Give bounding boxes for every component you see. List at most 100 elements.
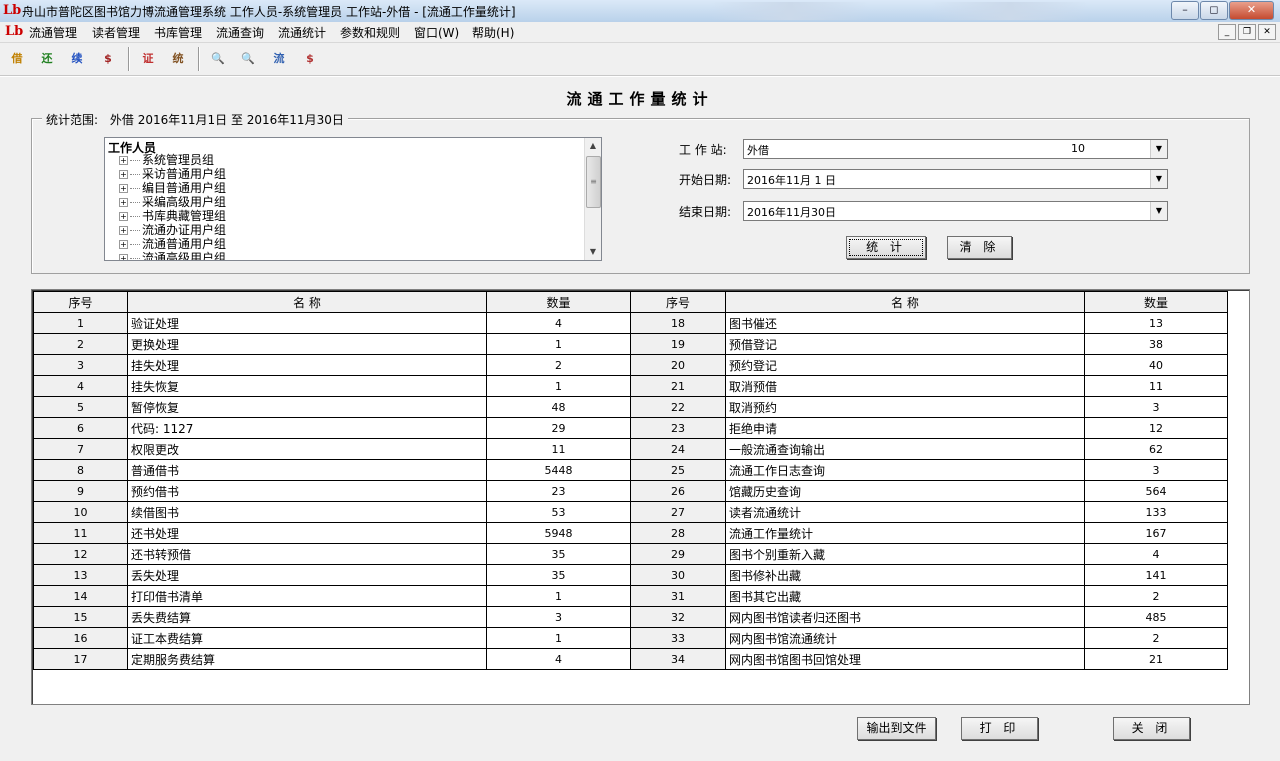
row-seq[interactable]: 1 (33, 312, 128, 334)
mdi-close-button[interactable]: ✕ (1258, 24, 1276, 40)
row-qty[interactable]: 40 (1084, 354, 1228, 376)
row-name[interactable]: 还书处理 (127, 522, 487, 544)
row-name[interactable]: 打印借书清单 (127, 585, 487, 607)
start-date-picker[interactable]: 2016年11月 1 日 ▼ (743, 169, 1168, 189)
row-qty[interactable]: 4 (486, 648, 631, 670)
row-name[interactable]: 验证处理 (127, 312, 487, 334)
row-name[interactable]: 普通借书 (127, 459, 487, 481)
table-row[interactable]: 7 权限更改 11 24 一般流通查询输出 62 (33, 438, 1228, 460)
row-seq[interactable]: 6 (33, 417, 128, 439)
tree-node[interactable]: + 系统管理员组 (119, 153, 214, 167)
row-name[interactable]: 图书修补出藏 (725, 564, 1085, 586)
table-row[interactable]: 12 还书转预借 35 29 图书个别重新入藏 4 (33, 543, 1228, 565)
expand-icon[interactable]: + (119, 170, 128, 179)
row-name[interactable]: 图书催还 (725, 312, 1085, 334)
row-name[interactable]: 暂停恢复 (127, 396, 487, 418)
restore-button[interactable]: ◻ (1200, 1, 1228, 20)
row-seq[interactable]: 7 (33, 438, 128, 460)
row-qty[interactable]: 5448 (486, 459, 631, 481)
row-seq[interactable]: 31 (630, 585, 726, 607)
row-qty[interactable]: 29 (486, 417, 631, 439)
table-row[interactable]: 13 丢失处理 35 30 图书修补出藏 141 (33, 564, 1228, 586)
row-seq[interactable]: 21 (630, 375, 726, 397)
row-name[interactable]: 预约借书 (127, 480, 487, 502)
row-name[interactable]: 网内图书馆流通统计 (725, 627, 1085, 649)
row-qty[interactable]: 3 (486, 606, 631, 628)
row-name[interactable]: 丢失费结算 (127, 606, 487, 628)
close-window-button[interactable]: ✕ (1229, 1, 1274, 20)
row-seq[interactable]: 34 (630, 648, 726, 670)
row-name[interactable]: 还书转预借 (127, 543, 487, 565)
row-name[interactable]: 流通工作日志查询 (725, 459, 1085, 481)
row-name[interactable]: 馆藏历史查询 (725, 480, 1085, 502)
row-seq[interactable]: 29 (630, 543, 726, 565)
menu-stack-management[interactable]: 书库管理 (154, 24, 202, 41)
expand-icon[interactable]: + (119, 184, 128, 193)
mdi-restore-button[interactable]: ❐ (1238, 24, 1256, 40)
row-qty[interactable]: 1 (486, 333, 631, 355)
col-header-qty-2[interactable]: 数量 (1084, 291, 1228, 313)
workstation-select[interactable]: 外借 10 ▼ (743, 139, 1168, 159)
row-name[interactable]: 续借图书 (127, 501, 487, 523)
return-icon[interactable]: 还 (33, 45, 61, 73)
expand-icon[interactable]: + (119, 226, 128, 235)
menu-window[interactable]: 窗口(W) (414, 24, 459, 41)
col-header-seq[interactable]: 序号 (33, 291, 128, 313)
row-qty[interactable]: 5948 (486, 522, 631, 544)
row-qty[interactable]: 141 (1084, 564, 1228, 586)
row-qty[interactable]: 1 (486, 627, 631, 649)
expand-icon[interactable]: + (119, 212, 128, 221)
circulation-chart-icon[interactable]: 流 (265, 45, 293, 73)
close-button[interactable]: 关 闭 (1113, 717, 1190, 740)
row-qty[interactable]: 167 (1084, 522, 1228, 544)
row-qty[interactable]: 2 (1084, 627, 1228, 649)
row-qty[interactable]: 13 (1084, 312, 1228, 334)
row-qty[interactable]: 11 (1084, 375, 1228, 397)
fine-icon[interactable]: $ (94, 45, 122, 73)
row-seq[interactable]: 13 (33, 564, 128, 586)
end-date-picker[interactable]: 2016年11月30日 ▼ (743, 201, 1168, 221)
row-name[interactable]: 取消预借 (725, 375, 1085, 397)
table-row[interactable]: 9 预约借书 23 26 馆藏历史查询 564 (33, 480, 1228, 502)
tree-node[interactable]: + 流通普通用户组 (119, 237, 226, 251)
table-row[interactable]: 5 暂停恢复 48 22 取消预约 3 (33, 396, 1228, 418)
table-row[interactable]: 16 证工本费结算 1 33 网内图书馆流通统计 2 (33, 627, 1228, 649)
row-seq[interactable]: 15 (33, 606, 128, 628)
tree-scrollbar[interactable]: ▲ ≡ ▼ (584, 138, 601, 260)
row-qty[interactable]: 4 (1084, 543, 1228, 565)
expand-icon[interactable]: + (119, 156, 128, 165)
row-seq[interactable]: 28 (630, 522, 726, 544)
row-qty[interactable]: 133 (1084, 501, 1228, 523)
search-book-icon[interactable]: 🔍 (204, 45, 232, 73)
row-seq[interactable]: 3 (33, 354, 128, 376)
row-seq[interactable]: 25 (630, 459, 726, 481)
col-header-qty[interactable]: 数量 (486, 291, 631, 313)
tree-node[interactable]: + 流通高级用户组 (119, 251, 226, 260)
row-qty[interactable]: 53 (486, 501, 631, 523)
mdi-child-icon[interactable]: Lb (5, 24, 23, 40)
reader-icon[interactable]: 证 (134, 45, 162, 73)
row-name[interactable]: 拒绝申请 (725, 417, 1085, 439)
table-row[interactable]: 1 验证处理 4 18 图书催还 13 (33, 312, 1228, 334)
row-seq[interactable]: 22 (630, 396, 726, 418)
stats-icon[interactable]: 统 (164, 45, 192, 73)
row-seq[interactable]: 30 (630, 564, 726, 586)
renew-icon[interactable]: 续 (63, 45, 91, 73)
expand-icon[interactable]: + (119, 198, 128, 207)
scroll-up-icon[interactable]: ▲ (585, 138, 601, 154)
row-name[interactable]: 流通工作量统计 (725, 522, 1085, 544)
row-qty[interactable]: 38 (1084, 333, 1228, 355)
row-seq[interactable]: 5 (33, 396, 128, 418)
tree-node[interactable]: + 采访普通用户组 (119, 167, 226, 181)
row-qty[interactable]: 35 (486, 543, 631, 565)
menu-help[interactable]: 帮助(H) (472, 24, 514, 41)
chevron-down-icon[interactable]: ▼ (1150, 202, 1167, 220)
row-qty[interactable]: 11 (486, 438, 631, 460)
table-row[interactable]: 4 挂失恢复 1 21 取消预借 11 (33, 375, 1228, 397)
row-qty[interactable]: 2 (1084, 585, 1228, 607)
row-seq[interactable]: 24 (630, 438, 726, 460)
row-seq[interactable]: 19 (630, 333, 726, 355)
row-seq[interactable]: 8 (33, 459, 128, 481)
row-seq[interactable]: 26 (630, 480, 726, 502)
row-qty[interactable]: 1 (486, 585, 631, 607)
